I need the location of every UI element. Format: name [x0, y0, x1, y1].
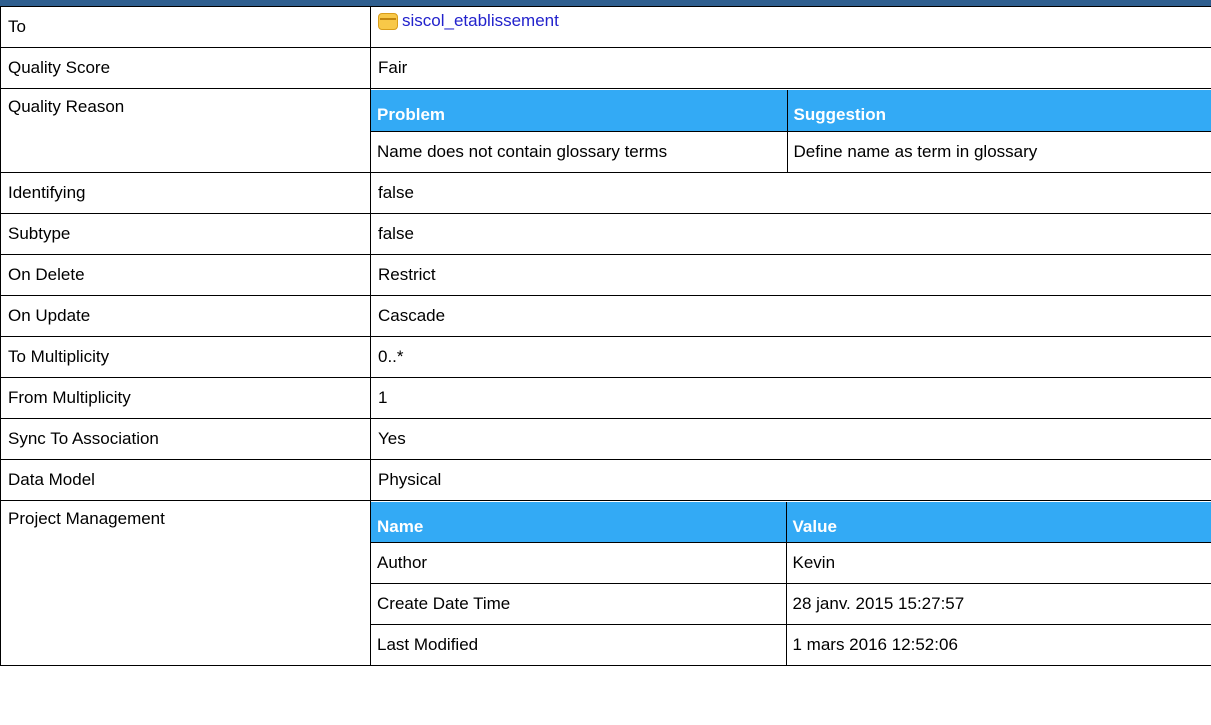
properties-page: To siscol_etablissement Quality Score Fa…	[0, 0, 1211, 725]
property-value: Restrict	[370, 253, 1211, 296]
property-value: Physical	[370, 458, 1211, 501]
property-value: Fair	[370, 47, 1211, 89]
property-value: Problem Suggestion Name does not contain…	[370, 88, 1211, 173]
row-quality-score: Quality Score Fair	[0, 47, 1211, 89]
row-to-multiplicity: To Multiplicity 0..*	[0, 335, 1211, 378]
property-value: siscol_etablissement	[370, 6, 1211, 48]
properties-table: To siscol_etablissement Quality Score Fa…	[0, 6, 1211, 666]
row-subtype: Subtype false	[0, 212, 1211, 255]
table-icon	[378, 12, 398, 30]
row-quality-reason: Quality Reason Problem Suggestion Name d…	[0, 88, 1211, 173]
table-cell: 28 janv. 2015 15:27:57	[785, 583, 1211, 625]
row-project-management: Project Management Name Value Author Kev…	[0, 499, 1211, 666]
quality-reason-table: Problem Suggestion Name does not contain…	[371, 90, 1211, 172]
table-cell: Kevin	[785, 542, 1211, 584]
property-value: false	[370, 212, 1211, 255]
table-cell: Author	[371, 542, 787, 584]
table-row: Last Modified 1 mars 2016 12:52:06	[371, 624, 1211, 665]
row-data-model: Data Model Physical	[0, 458, 1211, 501]
row-identifying: Identifying false	[0, 171, 1211, 214]
property-label: From Multiplicity	[0, 376, 371, 419]
to-table-link[interactable]: siscol_etablissement	[378, 11, 559, 31]
property-label: To	[0, 6, 371, 48]
table-row: Author Kevin	[371, 542, 1211, 584]
property-value: 1	[370, 376, 1211, 419]
property-label: On Delete	[0, 253, 371, 296]
table-cell: Define name as term in glossary	[786, 130, 1211, 172]
table-cell: Create Date Time	[371, 583, 787, 625]
property-label: Data Model	[0, 458, 371, 501]
property-label: Identifying	[0, 171, 371, 214]
table-cell: Last Modified	[371, 624, 787, 665]
row-on-delete: On Delete Restrict	[0, 253, 1211, 296]
row-sync-to-association: Sync To Association Yes	[0, 417, 1211, 460]
row-to: To siscol_etablissement	[0, 6, 1211, 48]
project-management-table: Name Value Author Kevin Create Date Time…	[371, 501, 1211, 665]
row-from-multiplicity: From Multiplicity 1	[0, 376, 1211, 419]
property-label: Subtype	[0, 212, 371, 255]
column-header-problem: Problem	[371, 90, 788, 132]
property-value: Name Value Author Kevin Create Date Time…	[370, 499, 1211, 666]
table-cell: 1 mars 2016 12:52:06	[785, 624, 1211, 665]
column-header-suggestion: Suggestion	[786, 90, 1211, 132]
property-label: Sync To Association	[0, 417, 371, 460]
table-row: Name does not contain glossary terms Def…	[371, 130, 1211, 172]
to-table-link-label: siscol_etablissement	[402, 11, 559, 30]
property-value: Yes	[370, 417, 1211, 460]
row-on-update: On Update Cascade	[0, 294, 1211, 337]
property-label: Quality Reason	[0, 88, 371, 173]
table-row: Create Date Time 28 janv. 2015 15:27:57	[371, 583, 1211, 625]
property-value: false	[370, 171, 1211, 214]
property-value: 0..*	[370, 335, 1211, 378]
column-header-value: Value	[785, 501, 1211, 543]
column-header-name: Name	[371, 501, 787, 543]
property-label: To Multiplicity	[0, 335, 371, 378]
property-value: Cascade	[370, 294, 1211, 337]
table-cell: Name does not contain glossary terms	[371, 130, 788, 172]
property-label: Quality Score	[0, 47, 371, 89]
property-label: On Update	[0, 294, 371, 337]
property-label: Project Management	[0, 499, 371, 666]
